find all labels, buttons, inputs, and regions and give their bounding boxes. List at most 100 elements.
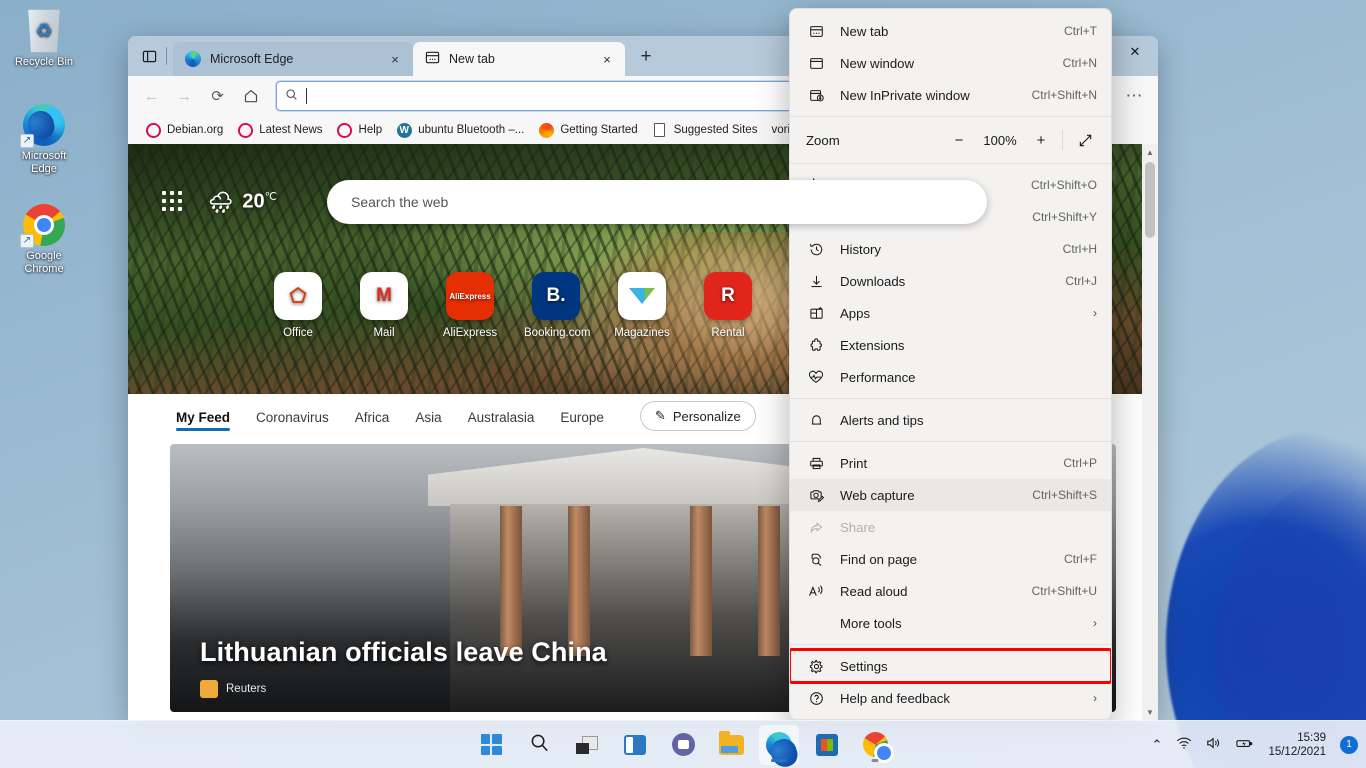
tray-overflow-icon[interactable]: ⌃ [1152,737,1163,753]
bookmark-suggested-sites[interactable]: Suggested Sites [645,119,765,141]
menu-item-label: Extensions [840,337,905,353]
shortcut-arrow-icon: ↗ [20,134,34,148]
tab-new-tab[interactable]: New tab × [413,42,625,76]
taskbar: ⌃ 15:39 15/12/2021 1 [0,720,1366,768]
zoom-out-button[interactable]: − [944,126,974,154]
news-headline: Lithuanian officials leave China [200,637,607,667]
tab-actions-icon[interactable] [134,41,164,71]
menu-item-new-window[interactable]: New window Ctrl+N [790,47,1111,79]
menu-separator [790,398,1111,399]
bookmark-latest-news[interactable]: Latest News [230,119,329,141]
quick-link-label: Booking.com [524,327,591,339]
clock[interactable]: 15:39 15/12/2021 [1268,731,1326,759]
tab-title: Microsoft Edge [210,52,294,66]
personalize-button[interactable]: ✎ Personalize [639,401,756,431]
back-button[interactable]: ← [136,81,167,112]
menu-item-label: New InPrivate window [840,87,970,103]
quick-link-mail[interactable]: M Mail [352,272,416,339]
clock-date: 15/12/2021 [1268,745,1326,758]
desktop-icon-label: Google [26,250,62,262]
bookmark-help[interactable]: Help [330,119,390,141]
menu-item-settings[interactable]: Settings [790,648,1111,684]
chevron-right-icon: › [1093,691,1097,705]
feed-tab-my-feed[interactable]: My Feed [176,398,231,435]
start-button[interactable] [471,725,511,765]
scroll-up-arrow[interactable]: ▲ [1146,144,1154,160]
feed-tab-coronavirus[interactable]: Coronavirus [256,398,329,435]
quick-link-magazines[interactable]: Magazines [610,272,674,339]
wordpress-icon: W [396,122,412,138]
app-grid-icon[interactable] [162,191,184,213]
window-close-button[interactable]: ✕ [1112,36,1158,68]
google-chrome-button[interactable] [855,725,895,765]
menu-item-read-aloud[interactable]: Read aloud Ctrl+Shift+U [790,575,1111,607]
file-explorer-button[interactable] [711,725,751,765]
menu-item-performance[interactable]: Performance [790,361,1111,393]
quick-link-rental[interactable]: R Rental [696,272,760,339]
microsoft-edge-button[interactable] [759,724,799,765]
debian-icon [337,122,353,138]
battery-icon[interactable] [1236,737,1254,753]
google-chrome-icon: ↗ [2,200,86,250]
fullscreen-icon[interactable] [1069,126,1101,154]
menu-item-find-on-page[interactable]: Find on page Ctrl+F [790,543,1111,575]
system-tray: ⌃ 15:39 15/12/2021 1 [1152,731,1358,759]
home-button[interactable] [235,81,266,112]
search-button[interactable] [519,725,559,765]
wifi-icon[interactable] [1176,736,1192,753]
widgets-button[interactable] [615,725,655,765]
menu-item-new-tab[interactable]: New tab Ctrl+T [790,15,1111,47]
quick-link-office[interactable]: ⬠ Office [266,272,330,339]
read-aloud-icon [806,581,826,601]
weather-unit: ℃ [264,191,277,204]
gmail-icon: M [360,272,408,320]
edge-favicon [185,51,201,67]
web-search-box[interactable]: Search the web [327,180,987,224]
notification-badge[interactable]: 1 [1340,735,1358,754]
bookmark-getting-started[interactable]: Getting Started [531,119,644,141]
desktop-icon-microsoft-edge[interactable]: ↗ Microsoft Edge [2,100,86,176]
teams-chat-button[interactable] [663,725,703,765]
feed-tab-australasia[interactable]: Australasia [468,398,535,435]
task-view-button[interactable] [567,725,607,765]
weather-temperature: 20 [242,190,265,213]
menu-item-label: Performance [840,369,916,385]
page-scrollbar[interactable]: ▲ ▼ [1142,144,1158,720]
desktop-icon-google-chrome[interactable]: ↗ Google Chrome [2,200,86,276]
search-icon [285,88,298,104]
weather-widget[interactable]: 🌧 20℃ [208,190,277,215]
menu-separator [790,116,1111,117]
refresh-button[interactable]: ⟳ [202,81,233,112]
menu-item-more-tools[interactable]: More tools › [790,607,1111,639]
desktop-icon-recycle-bin[interactable]: Recycle Bin [2,6,86,69]
menu-item-history[interactable]: History Ctrl+H [790,233,1111,265]
menu-item-print[interactable]: Print Ctrl+P [790,447,1111,479]
menu-item-alerts-and-tips[interactable]: Alerts and tips [790,404,1111,436]
quick-link-booking[interactable]: B. Booking.com [524,272,591,339]
tab-close-icon[interactable]: × [597,49,617,69]
forward-button[interactable]: → [169,81,200,112]
widgets-icon [624,734,646,755]
bookmark-debian-org[interactable]: Debian.org [138,119,230,141]
scroll-down-arrow[interactable]: ▼ [1146,704,1154,720]
browser-menu-button[interactable]: ⋯ [1119,81,1150,112]
menu-item-web-capture[interactable]: Web capture Ctrl+Shift+S [790,479,1111,511]
feed-tab-africa[interactable]: Africa [355,398,390,435]
tab-close-icon[interactable]: × [385,49,405,69]
quick-link-label: Rental [711,327,745,339]
feed-tab-asia[interactable]: Asia [415,398,441,435]
tab-microsoft-edge[interactable]: Microsoft Edge × [173,42,413,76]
microsoft-store-button[interactable] [807,725,847,765]
feed-tab-europe[interactable]: Europe [560,398,604,435]
new-tab-button[interactable]: + [631,42,661,72]
debian-icon [145,122,161,138]
shortcut-arrow-icon: ↗ [20,234,34,248]
menu-item-new-inprivate-window[interactable]: New InPrivate window Ctrl+Shift+N [790,79,1111,111]
speaker-icon[interactable] [1206,736,1222,753]
menu-item-shortcut: Ctrl+F [1064,552,1097,566]
clock-time: 15:39 [1297,731,1326,744]
menu-item-help-and-feedback[interactable]: Help and feedback › [790,682,1111,714]
quick-link-aliexpress[interactable]: AliExpress AliExpress [438,272,502,339]
zoom-in-button[interactable]: + [1026,126,1056,154]
bookmark-ubuntu-bluetooth[interactable]: Wubuntu Bluetooth –... [389,119,531,141]
